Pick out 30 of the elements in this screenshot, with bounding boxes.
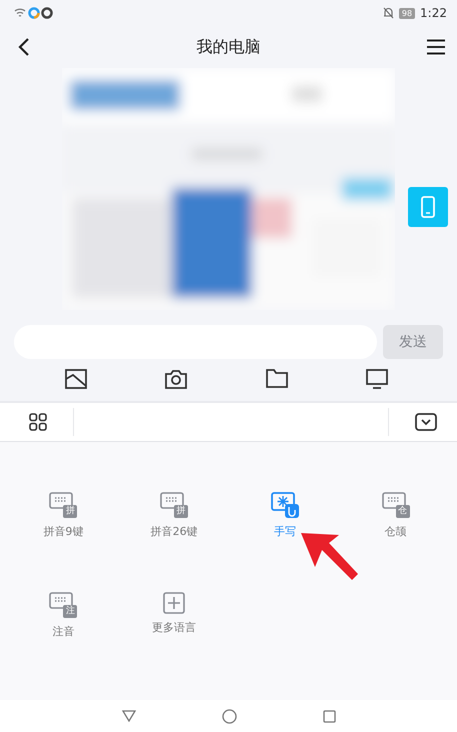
input-method-item[interactable]: 更多语言 <box>118 592 230 635</box>
badge: 仓 <box>396 505 410 518</box>
input-method-item[interactable]: 拼 拼音9键 <box>8 492 119 539</box>
window-title: 我的电脑 <box>196 36 260 58</box>
badge: 注 <box>63 605 78 618</box>
image-icon[interactable] <box>65 369 88 389</box>
send-button[interactable]: 发送 <box>383 325 443 359</box>
grid-icon[interactable] <box>29 413 47 431</box>
battery-indicator: 98 <box>398 8 416 18</box>
badge: 拼 <box>63 505 78 518</box>
folder-icon[interactable] <box>266 369 288 388</box>
recents-nav-icon[interactable] <box>322 710 336 722</box>
input-method-item[interactable]: 注 注音 <box>8 592 119 639</box>
add-icon <box>163 592 186 614</box>
pointer-arrow <box>301 533 359 581</box>
back-nav-icon[interactable] <box>122 710 136 722</box>
badge: 拼 <box>174 505 188 518</box>
menu-icon[interactable] <box>427 39 445 55</box>
clock: 1:22 <box>420 6 447 20</box>
mute-icon <box>382 7 394 19</box>
back-icon[interactable] <box>18 37 30 57</box>
input-method-item[interactable]: 仓 仓颉 <box>340 492 451 539</box>
handwriting-icon <box>270 492 299 518</box>
collapse-keyboard-icon[interactable] <box>415 413 437 431</box>
monitor-icon[interactable] <box>366 369 388 389</box>
input-method-item[interactable]: 手写 <box>230 492 340 539</box>
camera-icon[interactable] <box>165 369 188 389</box>
phone-icon <box>421 196 435 218</box>
home-nav-icon[interactable] <box>222 708 236 724</box>
input-method-item[interactable]: 拼 拼音26键 <box>118 492 230 539</box>
